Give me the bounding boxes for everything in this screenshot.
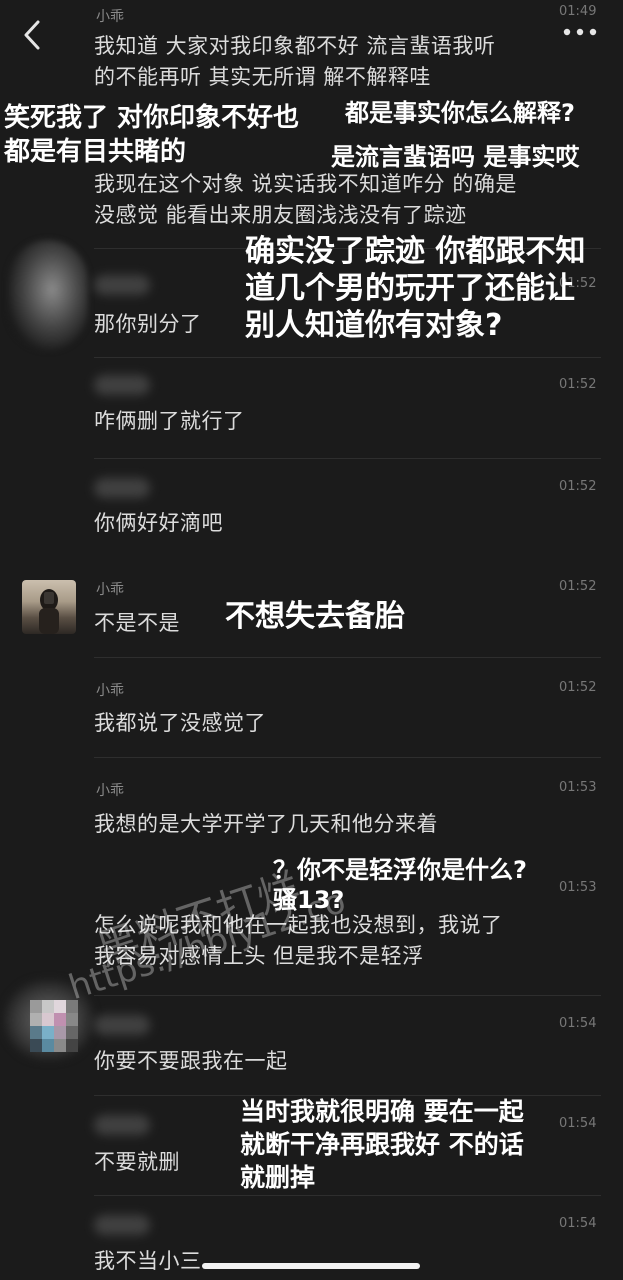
message-separator	[94, 357, 601, 358]
message-line: 我知道 大家对我印象都不好 流言蜚语我听	[94, 34, 496, 58]
blurred-sender-name	[94, 375, 150, 395]
message-text: 我想的是大学开学了几天和他分来着	[94, 812, 438, 836]
message-separator	[94, 757, 601, 758]
message-separator	[94, 995, 601, 996]
message-time: 01:53	[559, 880, 597, 895]
sender-name: 小乖	[96, 9, 124, 25]
annotation-line: 是流言蜚语吗 是事实哎	[331, 143, 580, 171]
annotation-left: 笑死我了 对你印象不好也 都是有目共睹的	[4, 101, 299, 169]
message-text: 我不当小三	[94, 1249, 202, 1273]
avatar-photo-icon	[39, 589, 59, 634]
annotation-line: 就断干净再跟我好 不的话	[240, 1130, 524, 1159]
blurred-sender-name	[94, 275, 150, 295]
user-avatar[interactable]	[22, 580, 76, 634]
annotation-line: 都是事实你怎么解释?	[345, 99, 575, 127]
message-time: 01:52	[559, 680, 597, 695]
blurred-sender-name	[94, 478, 150, 498]
sender-name: 小乖	[96, 783, 124, 799]
message-text: 我知道 大家对我印象都不好 流言蜚语我听 的不能再听 其实无所谓 解不解释哇	[94, 31, 604, 93]
message-text: 你俩好好滴吧	[94, 511, 223, 535]
message-line: 没感觉 能看出来朋友圈浅浅没有了踪迹	[94, 203, 467, 227]
sender-name: 小乖	[96, 683, 124, 699]
annotation-line: 笑死我了 对你印象不好也	[4, 103, 300, 133]
annotation-line: 就删掉	[240, 1163, 316, 1192]
blurred-avatar[interactable]	[8, 240, 88, 350]
message-text: 我都说了没感觉了	[94, 711, 266, 735]
blurred-sender-name	[94, 1115, 150, 1135]
message-time: 01:52	[559, 377, 597, 392]
message-time: 01:54	[559, 1016, 597, 1031]
message-line: 的不能再听 其实无所谓 解不解释哇	[94, 65, 431, 89]
annotation-backup: 不想失去备胎	[225, 599, 405, 634]
annotation-line: 当时我就很明确 要在一起	[240, 1097, 524, 1126]
annotation-line: 别人知道你有对象?	[245, 308, 503, 343]
message-separator	[94, 1195, 601, 1196]
annotation-clear: 当时我就很明确 要在一起 就断干净再跟我好 不的话 就删掉	[240, 1095, 524, 1194]
blurred-sender-name	[94, 1015, 150, 1035]
message-time: 01:52	[559, 579, 597, 594]
annotation-line: ？你不是轻浮你是什么?	[273, 856, 527, 884]
message-time: 01:52	[559, 479, 597, 494]
sender-name: 小乖	[96, 582, 124, 598]
annotation-trace: 确实没了踪迹 你都跟不知 道几个男的玩开了还能让 别人知道你有对象?	[245, 233, 585, 344]
pixelated-avatar	[30, 1000, 78, 1052]
message-time: 01:53	[559, 780, 597, 795]
annotation-line: 道几个男的玩开了还能让	[245, 271, 575, 306]
annotation-right: 都是事实你怎么解释? 是流言蜚语吗 是事实哎	[331, 91, 579, 179]
annotation-line: 确实没了踪迹 你都跟不知	[245, 234, 586, 269]
message-time: 01:54	[559, 1216, 597, 1231]
message-time: 01:49	[559, 4, 597, 19]
message-text: 咋俩删了就行了	[94, 409, 245, 433]
blurred-sender-name	[94, 1215, 150, 1235]
message-time: 01:54	[559, 1116, 597, 1131]
message-text: 你要不要跟我在一起	[94, 1049, 288, 1073]
back-chevron-icon[interactable]	[20, 18, 46, 52]
message-separator	[94, 458, 601, 459]
home-indicator[interactable]	[202, 1263, 420, 1269]
message-separator	[94, 657, 601, 658]
annotation-line: 都是有目共睹的	[4, 137, 187, 167]
